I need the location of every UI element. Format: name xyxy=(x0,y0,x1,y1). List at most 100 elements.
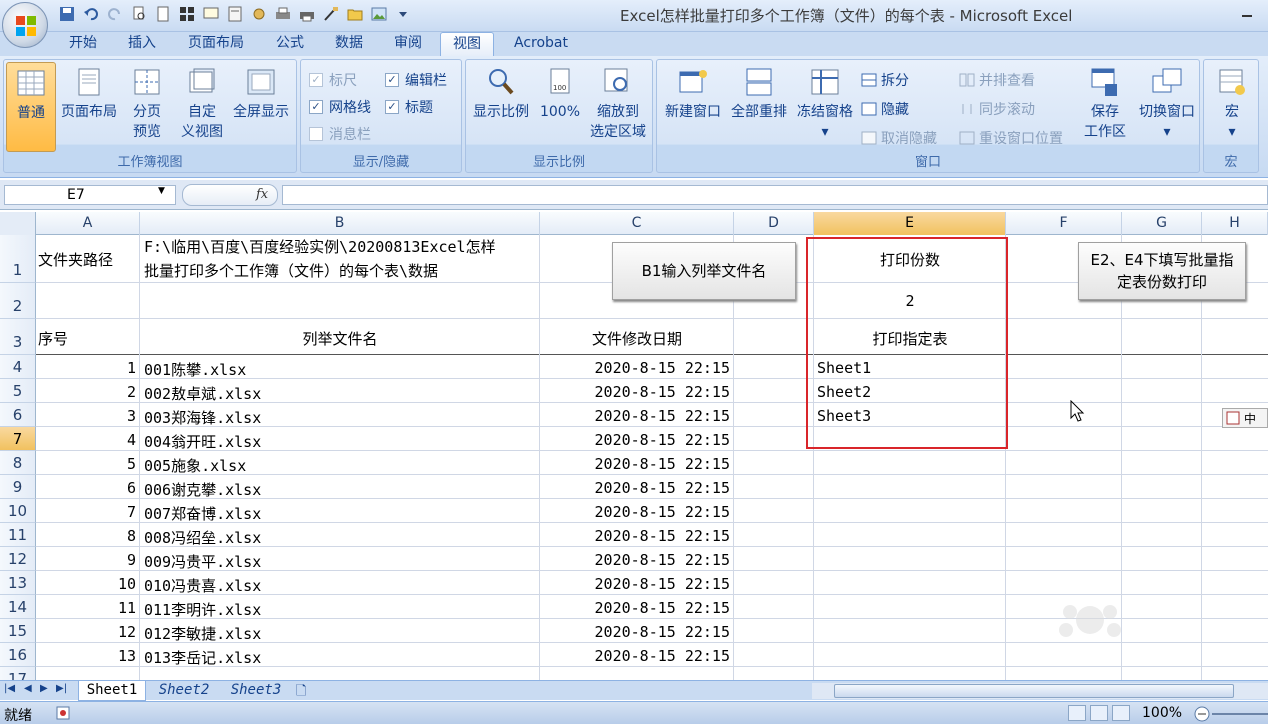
zoom-button[interactable]: 显示比例 xyxy=(470,66,532,122)
name-box[interactable]: E7 xyxy=(4,185,176,205)
row-header-14[interactable]: 14 xyxy=(0,595,36,619)
tab-acrobat[interactable]: Acrobat xyxy=(504,32,578,56)
print-preview-icon[interactable] xyxy=(128,4,150,24)
minimize-button[interactable] xyxy=(1234,6,1260,22)
name-box-dropdown-icon[interactable]: ▼ xyxy=(158,186,165,196)
row-header-7[interactable]: 7 xyxy=(0,427,36,451)
cell-b1-line1[interactable]: F:\临用\百度\百度经验实例\20200813Excel怎样 xyxy=(144,236,496,257)
side-by-side-button[interactable]: 并排查看 xyxy=(959,70,1035,90)
row-header-16[interactable]: 16 xyxy=(0,643,36,667)
hide-button[interactable]: 隐藏 xyxy=(861,99,909,119)
fullscreen-button[interactable]: 全屏显示 xyxy=(228,66,294,122)
undo-icon[interactable] xyxy=(80,4,102,24)
cell-date[interactable]: 2020-8-15 22:15 xyxy=(540,551,730,569)
row-header-4[interactable]: 4 xyxy=(0,355,36,379)
redo-icon[interactable] xyxy=(104,4,126,24)
last-sheet-icon[interactable]: ▶| xyxy=(56,683,67,694)
cell-date[interactable]: 2020-8-15 22:15 xyxy=(540,479,730,497)
cell-seq[interactable]: 5 xyxy=(36,455,136,473)
print-icon[interactable] xyxy=(296,4,318,24)
list-filenames-button[interactable]: B1输入列举文件名 xyxy=(612,242,796,300)
new-file-icon[interactable] xyxy=(152,4,174,24)
column-header-a[interactable]: A xyxy=(36,212,140,235)
tab-insert[interactable]: 插入 xyxy=(118,32,166,56)
cell-seq[interactable]: 13 xyxy=(36,647,136,665)
zoom-level[interactable]: 100% xyxy=(1142,705,1182,721)
format-painter-icon[interactable] xyxy=(320,4,342,24)
cell-seq[interactable]: 3 xyxy=(36,407,136,425)
cell-date[interactable]: 2020-8-15 22:15 xyxy=(540,575,730,593)
cell-filename[interactable]: 003郑海锋.xlsx xyxy=(144,407,261,428)
row-header-2[interactable]: 2 xyxy=(0,283,36,319)
cell-filename[interactable]: 007郑奋博.xlsx xyxy=(144,503,261,524)
comment-icon[interactable] xyxy=(200,4,222,24)
document-icon[interactable] xyxy=(224,4,246,24)
row-header-13[interactable]: 13 xyxy=(0,571,36,595)
next-sheet-icon[interactable]: ▶ xyxy=(40,683,48,694)
macros-button[interactable]: 宏 ▾ xyxy=(1208,66,1256,142)
arrange-all-button[interactable]: 全部重排 xyxy=(727,66,791,122)
sheet-tab-sheet3[interactable]: Sheet3 xyxy=(222,681,290,701)
page-break-status-button[interactable] xyxy=(1112,705,1130,721)
cell-date[interactable]: 2020-8-15 22:15 xyxy=(540,599,730,617)
split-button[interactable]: 拆分 xyxy=(861,70,909,90)
cell-date[interactable]: 2020-8-15 22:15 xyxy=(540,383,730,401)
cell-seq[interactable]: 7 xyxy=(36,503,136,521)
prev-sheet-icon[interactable]: ◀ xyxy=(24,683,32,694)
cell-date[interactable]: 2020-8-15 22:15 xyxy=(540,455,730,473)
sync-scroll-button[interactable]: 同步滚动 xyxy=(959,99,1035,119)
ime-indicator[interactable]: 中 xyxy=(1222,408,1268,428)
row-header-5[interactable]: 5 xyxy=(0,379,36,403)
page-layout-status-button[interactable] xyxy=(1090,705,1108,721)
column-header-d[interactable]: D xyxy=(734,212,814,235)
row-header-10[interactable]: 10 xyxy=(0,499,36,523)
cell-filename[interactable]: 005施象.xlsx xyxy=(144,455,246,476)
cell-filename[interactable]: 011李明许.xlsx xyxy=(144,599,261,620)
custom-views-button[interactable]: 自定 义视图 xyxy=(178,66,226,142)
cell-filename[interactable]: 008冯绍垒.xlsx xyxy=(144,527,261,548)
printer-icon[interactable] xyxy=(272,4,294,24)
column-header-c[interactable]: C xyxy=(540,212,734,235)
select-all-corner[interactable] xyxy=(0,212,36,235)
normal-view-button[interactable]: 普通 xyxy=(6,62,56,152)
row-header-12[interactable]: 12 xyxy=(0,547,36,571)
cell-date[interactable]: 2020-8-15 22:15 xyxy=(540,623,730,641)
open-folder-icon[interactable] xyxy=(344,4,366,24)
cell-b3[interactable]: 列举文件名 xyxy=(140,328,540,349)
message-bar-checkbox[interactable]: 消息栏 xyxy=(309,124,371,144)
switch-window-button[interactable]: 切换窗口 ▾ xyxy=(1135,66,1199,142)
cell-seq[interactable]: 6 xyxy=(36,479,136,497)
row-header-11[interactable]: 11 xyxy=(0,523,36,547)
insert-function-icon[interactable]: fx xyxy=(256,187,268,202)
batch-print-button[interactable]: E2、E4下填写批量指 定表份数打印 xyxy=(1078,242,1246,300)
column-header-e[interactable]: E xyxy=(814,212,1006,235)
cell-seq[interactable]: 11 xyxy=(36,599,136,617)
cell-date[interactable]: 2020-8-15 22:15 xyxy=(540,359,730,377)
row-header-15[interactable]: 15 xyxy=(0,619,36,643)
row-header-3[interactable]: 3 xyxy=(0,319,36,355)
column-header-g[interactable]: G xyxy=(1122,212,1202,235)
column-header-b[interactable]: B xyxy=(140,212,540,235)
freeze-panes-button[interactable]: 冻结窗格 ▾ xyxy=(793,66,857,142)
tab-review[interactable]: 审阅 xyxy=(384,32,432,56)
formula-input[interactable] xyxy=(282,185,1268,205)
zoom-slider[interactable] xyxy=(1212,713,1268,715)
cell-seq[interactable]: 8 xyxy=(36,527,136,545)
tab-view[interactable]: 视图 xyxy=(440,32,494,56)
headings-checkbox[interactable]: ✓ 标题 xyxy=(385,97,433,117)
column-header-h[interactable]: H xyxy=(1202,212,1268,235)
row-header-8[interactable]: 8 xyxy=(0,451,36,475)
sheet-tab-sheet2[interactable]: Sheet2 xyxy=(150,681,218,701)
row-header-9[interactable]: 9 xyxy=(0,475,36,499)
cell-date[interactable]: 2020-8-15 22:15 xyxy=(540,647,730,665)
cell-filename[interactable]: 009冯贵平.xlsx xyxy=(144,551,261,572)
zoom-100-button[interactable]: 100 100% xyxy=(536,66,584,122)
cell-date[interactable]: 2020-8-15 22:15 xyxy=(540,407,730,425)
reset-position-button[interactable]: 重设窗口位置 xyxy=(959,128,1063,148)
page-layout-view-button[interactable]: 页面布局 xyxy=(58,66,120,122)
cell-seq[interactable]: 12 xyxy=(36,623,136,641)
cell-b1-line2[interactable]: 批量打印多个工作簿（文件）的每个表\数据 xyxy=(144,260,438,281)
tab-page-layout[interactable]: 页面布局 xyxy=(178,32,254,56)
tab-data[interactable]: 数据 xyxy=(324,32,374,56)
customize-qat-icon[interactable] xyxy=(392,4,414,24)
